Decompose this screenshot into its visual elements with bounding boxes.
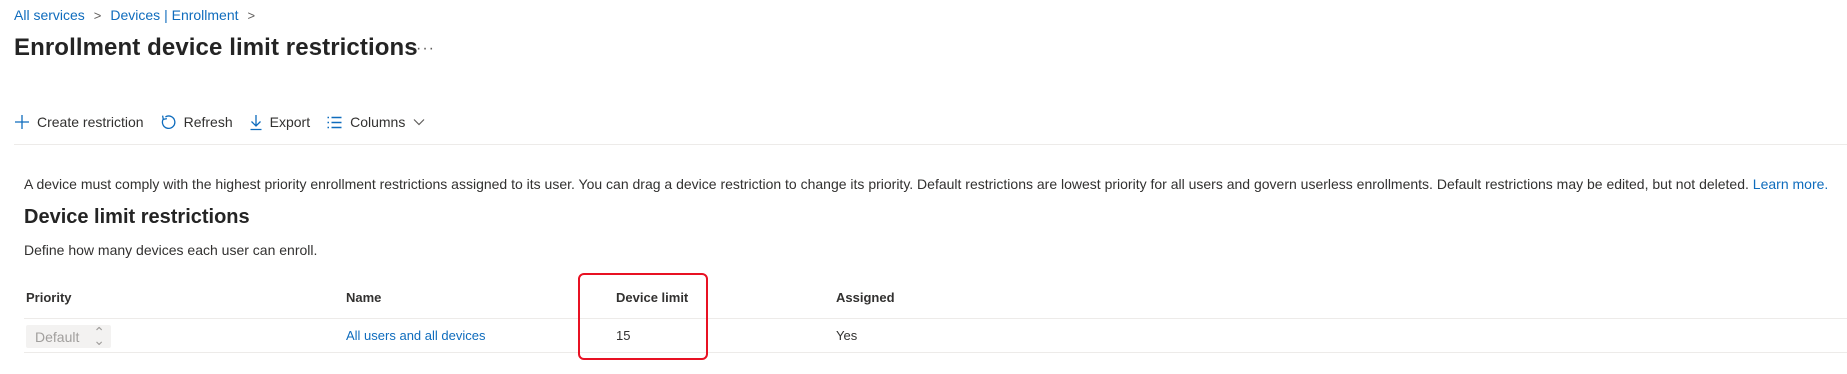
refresh-icon [161,114,176,129]
column-header-priority[interactable]: Priority [26,290,72,305]
section-subtitle: Define how many devices each user can en… [24,242,318,258]
plus-icon [15,115,29,129]
breadcrumb-separator: > [247,7,256,23]
refresh-button[interactable]: Refresh [160,110,233,134]
info-text: A device must comply with the highest pr… [24,176,1828,192]
info-description: A device must comply with the highest pr… [24,176,1753,192]
columns-label: Columns [350,114,406,130]
export-button[interactable]: Export [249,110,310,134]
breadcrumb-all-services[interactable]: All services [14,7,85,23]
download-icon [250,114,262,130]
priority-spinner: ⌃ ⌄ [84,325,105,348]
page-title: Enrollment device limit restrictions [14,34,418,61]
create-restriction-button[interactable]: Create restriction [14,110,144,134]
list-icon [327,116,342,128]
section-title: Device limit restrictions [24,206,250,228]
learn-more-link[interactable]: Learn more. [1753,176,1828,192]
export-label: Export [269,114,311,130]
column-header-assigned[interactable]: Assigned [836,290,895,305]
chevron-down-icon: ⌄ [93,332,105,348]
table-cell-name: All users and all devices [346,328,485,343]
priority-value: Default [35,328,80,345]
priority-stepper: Default ⌃ ⌄ [26,325,111,348]
refresh-label: Refresh [183,114,233,130]
restriction-name-link[interactable]: All users and all devices [346,328,485,343]
columns-button[interactable]: Columns [326,110,425,134]
create-restriction-label: Create restriction [37,114,144,130]
row-divider [24,318,1847,319]
breadcrumb-devices-enrollment[interactable]: Devices | Enrollment [110,7,238,23]
breadcrumb-separator: > [93,7,102,23]
row-divider [24,352,1847,353]
command-bar-divider [14,144,1847,145]
table-cell-assigned: Yes [836,328,858,343]
device-limit-highlight-box [578,273,708,360]
more-options-icon[interactable]: ··· [416,40,435,58]
breadcrumb: All services > Devices | Enrollment > [14,7,264,23]
command-bar: Create restriction Refresh Export Column… [14,110,441,134]
chevron-down-icon [413,119,425,126]
column-header-name[interactable]: Name [346,290,381,305]
